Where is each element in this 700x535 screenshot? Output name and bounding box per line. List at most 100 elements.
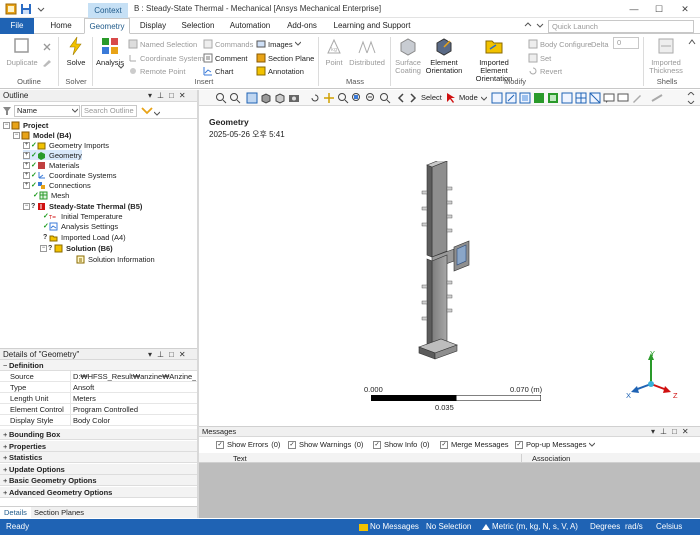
tree-item-connections[interactable]: + ✓ Connections [23,180,91,190]
expand-icon[interactable]: + [23,171,30,179]
wireframe-icon[interactable] [260,92,272,104]
tree-item-initial-temperature[interactable]: ✓ T= Initial Temperature [43,211,123,221]
imported-element-orientation-button[interactable]: Imported Element Orientation [465,36,523,83]
chevron-down-icon[interactable] [154,111,160,117]
details-row[interactable]: Element Control Program Controlled [0,404,197,415]
close-icon[interactable]: ✕ [179,349,186,360]
column-text[interactable]: Text [233,454,247,463]
expand-tree-icon[interactable] [141,106,153,116]
popup-messages-toggle[interactable]: ✓ Pop-up Messages [515,440,596,449]
status-celsius[interactable]: Celsius [656,519,682,535]
status-messages[interactable]: No Messages [359,519,419,535]
tree-item-mesh[interactable]: ✓ Mesh [33,190,69,200]
maximize-icon[interactable]: □ [672,427,677,437]
chevron-down-icon[interactable] [118,64,124,70]
mode-label[interactable]: Mode [459,93,478,103]
select-mode-icon[interactable] [445,92,457,104]
set-button[interactable]: Set [528,52,551,64]
details-section-definition[interactable]: − Definition [0,360,197,371]
tree-item-project[interactable]: − Project [3,120,48,130]
previous-view-icon[interactable] [395,92,407,104]
tree-item-analysis-settings[interactable]: ✓ Analysis Settings [43,221,118,231]
checkbox-icon[interactable]: ✓ [440,440,448,449]
body-configure-button[interactable]: Body Configure [528,38,592,50]
maximize-icon[interactable]: □ [169,90,174,102]
probe-icon[interactable] [631,92,643,104]
zoom-to-fit-icon[interactable] [365,92,377,104]
maximize-button[interactable]: ☐ [648,0,670,18]
tree-item-steady-state-thermal[interactable]: −? Steady-State Thermal (B5) [23,201,142,211]
section-plane-button[interactable]: Section Plane [256,52,314,64]
rotate-icon[interactable] [309,92,321,104]
tab-arrow-down-icon[interactable] [536,21,544,29]
extend-select-icon[interactable] [547,92,559,104]
checkbox-icon[interactable]: ✓ [288,440,296,449]
pin-icon[interactable]: ⊥ [660,427,667,437]
tab-arrow-up-icon[interactable] [524,21,532,29]
close-icon[interactable]: ✕ [682,427,689,437]
images-button[interactable]: Images [256,38,301,50]
tree-item-geometry[interactable]: + ✓ Geometry [23,150,82,160]
checkbox-icon[interactable]: ✓ [216,440,224,449]
body-select-icon[interactable] [533,92,545,104]
pan-icon[interactable] [323,92,335,104]
next-view-icon[interactable] [407,92,419,104]
status-units[interactable]: Metric (m, kg, N, s, V, A) [482,519,578,535]
label-tool-icon[interactable] [617,92,629,104]
status-rads[interactable]: rad/s [625,519,643,535]
details-row[interactable]: Length Unit Meters [0,393,197,404]
element-orientation-button[interactable]: Element Orientation [424,36,464,75]
camera-icon[interactable] [288,92,300,104]
zoom-in-icon[interactable] [215,92,227,104]
search-outline-input[interactable]: Search Outline [81,105,137,117]
details-row[interactable]: Display Style Body Color [0,415,197,426]
imported-thickness-button[interactable]: Imported Thickness [647,36,685,75]
expand-icon[interactable]: + [23,141,30,149]
delta-input[interactable]: 0 [613,37,639,49]
tree-item-imported-load[interactable]: ? Imported Load (A4) [43,232,126,242]
tab-home[interactable]: Home [44,18,78,34]
tree-item-solution-information[interactable]: Solution Information [76,254,155,264]
chevron-down-icon[interactable] [589,442,596,448]
shaded-icon[interactable] [246,92,258,104]
tab-details[interactable]: Details [0,507,31,519]
collapse-icon[interactable]: − [23,202,30,210]
duplicate-button[interactable]: Duplicate [6,36,38,67]
expand-icon[interactable]: + [23,151,30,159]
dropdown-icon[interactable]: ▾ [148,90,152,102]
details-row[interactable]: Source D:₩HFSS_Result₩anzine₩Anzine_Dipl.… [0,371,197,382]
details-section-properties[interactable]: + Properties [0,441,197,452]
tree-item-coordinate-systems[interactable]: + ✓ Coordinate Systems [23,170,117,180]
filter-icon[interactable] [3,107,11,115]
details-section-statistics[interactable]: + Statistics [0,452,197,463]
tab-learning-support[interactable]: Learning and Support [330,18,414,34]
merge-messages-toggle[interactable]: ✓ Merge Messages [440,440,509,449]
toolbar-overflow-icon[interactable] [687,92,695,104]
element-select-icon[interactable] [575,92,587,104]
geometry-model[interactable] [409,161,489,361]
tab-selection[interactable]: Selection [178,18,218,34]
tab-display[interactable]: Display [134,18,172,34]
point-mass-button[interactable]: kg Point [322,36,346,67]
delete-icon[interactable] [42,42,52,52]
vertex-select-icon[interactable] [491,92,503,104]
solve-button[interactable]: Solve [62,36,90,67]
chevron-down-icon[interactable] [481,92,487,104]
details-section-advanced-geometry-options[interactable]: + Advanced Geometry Options [0,487,197,498]
magnifier-icon[interactable] [379,92,391,104]
tab-section-planes[interactable]: Section Planes [30,507,88,519]
status-degrees[interactable]: Degrees [590,519,620,535]
details-row[interactable]: Type Ansoft [0,382,197,393]
tree-item-solution[interactable]: −? Solution (B6) [40,243,113,253]
expand-icon[interactable]: + [23,161,30,169]
dropdown-icon[interactable]: ▾ [651,427,655,437]
tree-item-geometry-imports[interactable]: + ✓ Geometry Imports [23,140,109,150]
column-association[interactable]: Association [521,454,570,463]
details-section-update-options[interactable]: + Update Options [0,464,197,475]
expand-icon[interactable]: + [23,181,30,189]
collapse-icon[interactable]: − [13,131,20,139]
dropdown-icon[interactable]: ▾ [148,349,152,360]
minimize-button[interactable]: — [623,0,645,18]
element-face-select-icon[interactable] [589,92,601,104]
tab-add-ons[interactable]: Add-ons [284,18,320,34]
